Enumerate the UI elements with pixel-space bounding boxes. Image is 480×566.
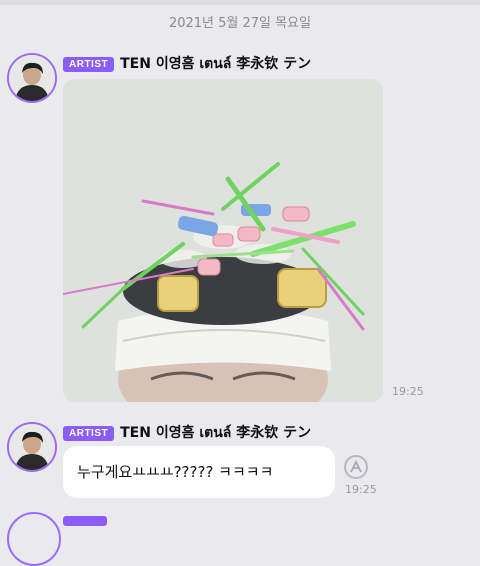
message-text: 누구게요ㅛㅛㅛ????? ㅋㅋㅋㅋ [77, 463, 274, 481]
sender-row: ARTIST TEN 이영흠 เตนล์ 李永钦 テン [63, 53, 311, 75]
date-divider: 2021년 5월 27일 목요일 [168, 16, 312, 31]
sender-row: ARTIST TEN 이영흠 เตนล์ 李永钦 テン [63, 422, 311, 444]
translate-icon[interactable] [344, 455, 368, 479]
artist-badge: ARTIST [63, 56, 115, 72]
artist-badge: ARTIST [63, 425, 115, 441]
sender-name[interactable]: TEN 이영흠 เตนล์ 李永钦 テン [120, 422, 311, 444]
timestamp: 19:25 [392, 385, 424, 398]
artist-badge-partial [63, 516, 107, 526]
image-message[interactable] [63, 79, 383, 402]
sender-name[interactable]: TEN 이영흠 เตนล์ 李永钦 テン [120, 53, 311, 75]
text-message-bubble[interactable]: 누구게요ㅛㅛㅛ????? ㅋㅋㅋㅋ [63, 446, 335, 498]
timestamp: 19:25 [345, 483, 377, 496]
avatar[interactable] [7, 53, 57, 103]
top-divider [0, 0, 480, 5]
avatar-partial [7, 512, 61, 566]
avatar[interactable] [7, 422, 57, 472]
